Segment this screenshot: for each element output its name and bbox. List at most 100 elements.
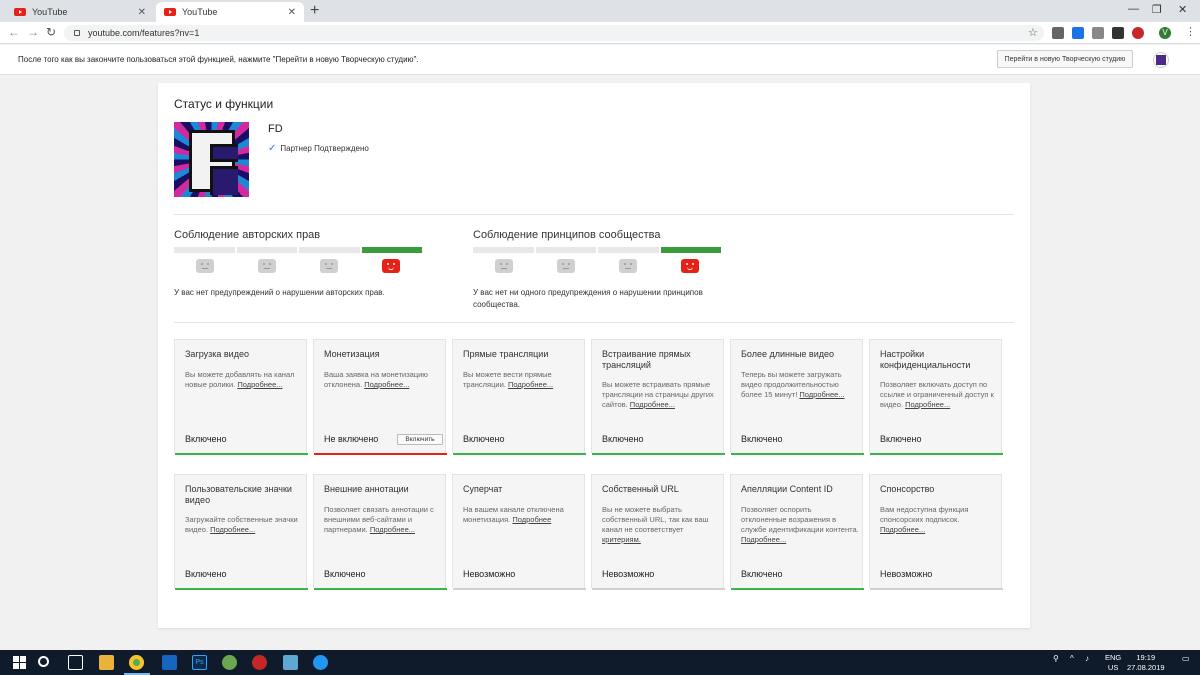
- feature-status: Невозможно: [463, 569, 516, 579]
- taskbar: Ps ⚲ ^ ♪ ENG US 19:19 27.08.2019 ▭: [0, 650, 1200, 675]
- feature-tile-superchat[interactable]: Суперчат На вашем канале отключена монет…: [452, 474, 586, 590]
- feature-tile-monetization[interactable]: Монетизация Ваша заявка на монетизацию о…: [313, 339, 447, 455]
- search-icon[interactable]: [38, 656, 49, 667]
- feature-tile-content-id[interactable]: Апелляции Content ID Позволяет оспорить …: [730, 474, 864, 590]
- feature-tile-annotations[interactable]: Внешние аннотации Позволяет связать анно…: [313, 474, 447, 590]
- page-title: Статус и функции: [174, 97, 274, 111]
- app-icon[interactable]: [283, 655, 298, 670]
- people-icon[interactable]: ⚲: [1053, 654, 1059, 663]
- feature-tile-sponsorship[interactable]: Спонсорство Вам недоступна функция спонс…: [869, 474, 1003, 590]
- back-icon[interactable]: ←: [8, 25, 20, 39]
- more-link[interactable]: Подробнее...: [799, 390, 844, 399]
- task-view-icon[interactable]: [68, 655, 83, 670]
- more-link[interactable]: Подробнее...: [370, 525, 415, 534]
- feature-tile-thumbnails[interactable]: Пользовательские значки видео Загружайте…: [174, 474, 308, 590]
- happy-face-icon: [382, 259, 400, 273]
- lock-icon: [74, 30, 80, 36]
- status-bar: [453, 588, 586, 590]
- notifications-icon[interactable]: ▭: [1182, 654, 1190, 663]
- more-link[interactable]: Подробнее...: [741, 535, 786, 544]
- status-bar: [592, 453, 725, 455]
- feature-tile-live-embed[interactable]: Встраивание прямых трансляций Вы можете …: [591, 339, 725, 455]
- forward-icon[interactable]: →: [27, 25, 39, 39]
- more-link[interactable]: Подробнее...: [364, 380, 409, 389]
- feature-tile-live[interactable]: Прямые трансляции Вы можете вести прямые…: [452, 339, 586, 455]
- more-link[interactable]: Подробнее...: [210, 525, 255, 534]
- photoshop-icon[interactable]: Ps: [192, 655, 207, 670]
- feature-title: Прямые трансляции: [463, 349, 549, 359]
- browser-tab[interactable]: YouTube ✕: [6, 2, 154, 22]
- feature-title: Спонсорство: [880, 484, 935, 494]
- neutral-face-icon: [495, 259, 513, 273]
- feature-status: Не включено: [324, 434, 379, 444]
- feature-title: Собственный URL: [602, 484, 679, 494]
- windows-start-icon[interactable]: [12, 655, 27, 670]
- tab-title: YouTube: [32, 7, 68, 17]
- window-close-icon[interactable]: ✕: [1178, 3, 1187, 16]
- feature-desc: Вы не можете выбрать собственный URL, та…: [602, 505, 709, 544]
- more-link[interactable]: критериям.: [602, 535, 641, 544]
- feature-title: Встраивание прямых трансляций: [602, 349, 691, 370]
- feature-tile-long-videos[interactable]: Более длинные видео Теперь вы можете заг…: [730, 339, 864, 455]
- more-link[interactable]: Подробнее: [512, 515, 551, 524]
- extension-icon[interactable]: [1052, 27, 1064, 39]
- close-icon[interactable]: ✕: [288, 7, 296, 18]
- strike-segment: [598, 247, 659, 253]
- close-icon[interactable]: ✕: [138, 7, 146, 18]
- status-bar: [175, 588, 308, 590]
- feature-status: Невозможно: [880, 569, 933, 579]
- community-title: Соблюдение принципов сообщества: [473, 229, 661, 241]
- feature-tile-upload[interactable]: Загрузка видео Вы можете добавлять на ка…: [174, 339, 308, 455]
- feature-status: Включено: [185, 434, 227, 444]
- more-link[interactable]: Подробнее...: [237, 380, 282, 389]
- chrome-icon[interactable]: [129, 655, 144, 670]
- bookmark-star-icon[interactable]: ☆: [1028, 26, 1038, 39]
- more-link[interactable]: Подробнее...: [508, 380, 553, 389]
- feature-desc: Вы можете вести прямые трансляции. Подро…: [463, 370, 554, 389]
- minimize-icon[interactable]: —: [1128, 3, 1139, 15]
- status-bar: [592, 588, 725, 590]
- more-link[interactable]: Подробнее...: [630, 400, 675, 409]
- extension-icon[interactable]: [1132, 27, 1144, 39]
- clock[interactable]: 19:19 27.08.2019: [1127, 653, 1165, 673]
- app-icon[interactable]: [162, 655, 177, 670]
- maximize-icon[interactable]: ❐: [1152, 3, 1162, 16]
- extension-icon[interactable]: [1092, 27, 1104, 39]
- reload-icon[interactable]: ↻: [46, 25, 56, 39]
- enable-button[interactable]: Включить: [397, 434, 443, 445]
- avatar[interactable]: [1153, 52, 1169, 68]
- extension-iq-icon[interactable]: [1072, 27, 1084, 39]
- profile-icon[interactable]: V: [1159, 27, 1171, 39]
- language-indicator[interactable]: ENG US: [1105, 653, 1121, 673]
- file-explorer-icon[interactable]: [99, 655, 114, 670]
- app-icon[interactable]: [252, 655, 267, 670]
- community-strike-bar: [473, 247, 721, 253]
- feature-tile-privacy[interactable]: Настройки конфиденциальности Позволяет в…: [869, 339, 1003, 455]
- extension-icon[interactable]: [1112, 27, 1124, 39]
- strike-segment: [473, 247, 534, 253]
- feature-status: Включено: [741, 434, 783, 444]
- feature-status: Включено: [741, 569, 783, 579]
- feature-status: Включено: [880, 434, 922, 444]
- new-tab-icon[interactable]: +: [310, 2, 319, 20]
- url-text: youtube.com/features?nv=1: [88, 28, 200, 38]
- notice-text: После того как вы закончите пользоваться…: [18, 55, 419, 64]
- feature-desc: Вам недоступна функция спонсорских подпи…: [880, 505, 969, 534]
- browser-tab-active[interactable]: YouTube ✕: [156, 2, 304, 22]
- feature-desc: Вы можете добавлять на канал новые ролик…: [185, 370, 295, 389]
- more-link[interactable]: Подробнее...: [905, 400, 950, 409]
- feature-title: Монетизация: [324, 349, 380, 359]
- volume-icon[interactable]: ♪: [1085, 654, 1089, 663]
- more-link[interactable]: Подробнее...: [880, 525, 925, 534]
- strike-segment-active: [660, 247, 721, 253]
- feature-tile-custom-url[interactable]: Собственный URL Вы не можете выбрать соб…: [591, 474, 725, 590]
- feature-status: Включено: [324, 569, 366, 579]
- menu-dots-icon[interactable]: ⋮: [1185, 25, 1196, 38]
- channel-logo-letter-icon: [189, 130, 238, 195]
- url-bar[interactable]: youtube.com/features?nv=1: [64, 25, 1044, 41]
- tray-chevron-icon[interactable]: ^: [1070, 654, 1074, 663]
- new-studio-button[interactable]: Перейти в новую Творческую студию: [997, 50, 1133, 68]
- browser-tab-bar: YouTube ✕ YouTube ✕ + — ❐ ✕: [0, 0, 1200, 22]
- torrent-icon[interactable]: [222, 655, 237, 670]
- app-icon[interactable]: [313, 655, 328, 670]
